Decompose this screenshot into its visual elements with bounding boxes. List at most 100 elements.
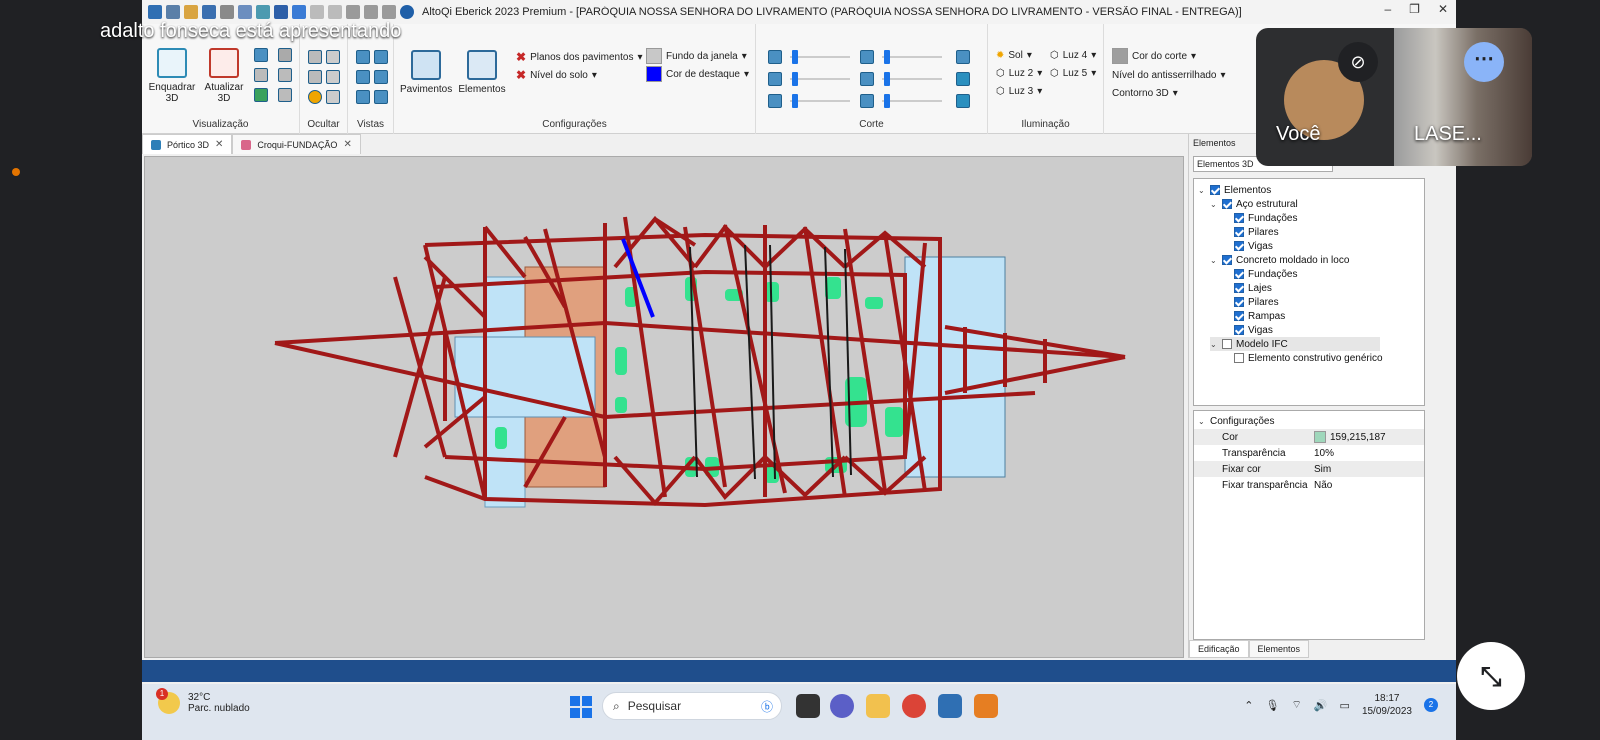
cut-y-slider[interactable] <box>790 72 850 86</box>
view-front-icon[interactable] <box>356 50 370 64</box>
export-icon[interactable] <box>238 5 252 19</box>
checkbox[interactable] <box>1234 297 1244 307</box>
tree-item-concreto-rampas[interactable]: Rampas <box>1234 309 1285 323</box>
checkbox[interactable] <box>1222 199 1232 209</box>
luz2-dropdown[interactable]: ⬡ Luz 2 ▾ <box>996 68 1042 79</box>
slider-knob[interactable] <box>792 94 798 108</box>
chevron-down-icon[interactable]: ⌄ <box>1210 340 1218 349</box>
tab-croqui-fundacao[interactable]: Croqui-FUNDAÇÃO ✕ <box>232 134 361 154</box>
eberick-icon[interactable] <box>938 694 962 718</box>
nivel-solo-dropdown[interactable]: ✖ Nível do solo ▾ <box>516 68 597 82</box>
cut-z-slider[interactable] <box>790 94 850 108</box>
antisserrilhado-dropdown[interactable]: Nível do antisserrilhado ▾ <box>1112 70 1226 81</box>
tool2-icon[interactable] <box>364 5 378 19</box>
cut-y2-slider[interactable] <box>882 72 942 86</box>
microphone-icon[interactable]: 🎙 <box>1266 699 1280 712</box>
chevron-down-icon[interactable]: ⌄ <box>1210 256 1218 265</box>
tree-item-concreto-vigas[interactable]: Vigas <box>1234 323 1273 337</box>
weather-widget[interactable]: 1 32°C Parc. nublado <box>156 688 250 714</box>
more-options-icon[interactable]: ⋯ <box>1464 42 1504 82</box>
checkbox[interactable] <box>1234 283 1244 293</box>
redo-icon[interactable] <box>328 5 342 19</box>
walk-icon[interactable] <box>254 88 268 102</box>
luz3-dropdown[interactable]: ⬡ Luz 3 ▾ <box>996 86 1042 97</box>
tree-item-modelo-ifc[interactable]: ⌄ Modelo IFC <box>1210 337 1380 351</box>
checkbox[interactable] <box>1234 325 1244 335</box>
cut-y2-icon[interactable] <box>860 72 874 86</box>
checkbox[interactable] <box>1234 311 1244 321</box>
task-view-icon[interactable] <box>796 694 820 718</box>
view-right-icon[interactable] <box>374 70 388 84</box>
cut-x2-icon[interactable] <box>860 50 874 64</box>
cut-z2-slider[interactable] <box>882 94 942 108</box>
exit-fullscreen-icon[interactable]: ⤡ <box>1457 642 1525 710</box>
close-icon[interactable]: ✕ <box>343 139 351 150</box>
clock[interactable]: 18:17 15/09/2023 <box>1362 692 1412 718</box>
cut-y-icon[interactable] <box>768 72 782 86</box>
tool3-icon[interactable] <box>382 5 396 19</box>
chrome-icon[interactable] <box>902 694 926 718</box>
cut-x-slider[interactable] <box>790 50 850 64</box>
notification-badge[interactable]: 2 <box>1424 698 1438 712</box>
checkbox[interactable] <box>1222 255 1232 265</box>
contorno-3d-dropdown[interactable]: Contorno 3D ▾ <box>1112 88 1178 99</box>
g-tool-icon[interactable] <box>274 5 288 19</box>
tab-portico-3d[interactable]: Pórtico 3D ✕ <box>142 134 233 154</box>
taskbar-search[interactable]: ⌕ Pesquisar ⓑ <box>602 692 782 720</box>
checkbox[interactable] <box>1234 241 1244 251</box>
chevron-down-icon[interactable]: ⌄ <box>1210 200 1218 209</box>
help-icon[interactable] <box>400 5 414 19</box>
prop-row-transparencia[interactable]: Transparência 10% <box>1194 445 1424 461</box>
structural-model-render[interactable] <box>145 157 1185 659</box>
hide3-icon[interactable] <box>308 70 322 84</box>
grid-icon[interactable] <box>326 90 340 104</box>
prop-row-fixar-cor[interactable]: Fixar cor Sim <box>1194 461 1424 477</box>
prop-row-fixar-transparencia[interactable]: Fixar transparência Não <box>1194 477 1424 493</box>
tree-item-concreto[interactable]: ⌄ Concreto moldado in loco <box>1210 253 1349 267</box>
cut-box2-icon[interactable] <box>956 72 970 86</box>
view-bottom-icon[interactable] <box>374 90 388 104</box>
zoom-icon[interactable] <box>278 48 292 62</box>
hide2-icon[interactable] <box>326 50 340 64</box>
luz5-dropdown[interactable]: ⬡ Luz 5 ▾ <box>1050 68 1096 79</box>
wifi-icon[interactable]: ⌔ <box>1291 698 1301 712</box>
checkbox[interactable] <box>1234 227 1244 237</box>
slider-knob[interactable] <box>792 50 798 64</box>
tree-item-concreto-lajes[interactable]: Lajes <box>1234 281 1272 295</box>
restore-icon[interactable]: ❐ <box>1409 2 1420 16</box>
cut-x2-slider[interactable] <box>882 50 942 64</box>
pan-icon[interactable] <box>254 68 268 82</box>
b-tool-icon[interactable] <box>292 5 306 19</box>
window-icon[interactable] <box>278 88 292 102</box>
speaker-icon[interactable]: 🔊 <box>1314 699 1328 712</box>
view-toggle-icon[interactable] <box>254 48 268 62</box>
cor-destaque-dropdown[interactable]: Cor de destaque ▾ <box>646 66 749 82</box>
bing-icon[interactable]: ⓑ <box>761 698 773 715</box>
tree-item-aco-pilares[interactable]: Pilares <box>1234 225 1279 239</box>
checkbox[interactable] <box>1234 353 1244 363</box>
slider-knob[interactable] <box>884 50 890 64</box>
cut-z-icon[interactable] <box>768 94 782 108</box>
chevron-down-icon[interactable]: ⌄ <box>1198 417 1206 426</box>
cut-box3-icon[interactable] <box>956 94 970 108</box>
participant-tile-you[interactable]: ⊘ Você <box>1256 28 1394 166</box>
view-top-icon[interactable] <box>356 90 370 104</box>
open-folder-icon[interactable] <box>184 5 198 19</box>
props-header[interactable]: ⌄ Configurações <box>1194 413 1424 429</box>
cut-x-icon[interactable] <box>768 50 782 64</box>
sol-dropdown[interactable]: ✹ Sol ▾ <box>996 50 1032 61</box>
planos-pavimentos-dropdown[interactable]: ✖ Planos dos pavimentos ▾ <box>516 50 643 64</box>
pavimentos-button[interactable]: Pavimentos <box>400 50 452 95</box>
view-back-icon[interactable] <box>374 50 388 64</box>
tree-item-aco-vigas[interactable]: Vigas <box>1234 239 1273 253</box>
slider-knob[interactable] <box>884 94 890 108</box>
tab-elementos[interactable]: Elementos <box>1248 640 1310 658</box>
file-explorer-icon[interactable] <box>866 694 890 718</box>
teams-chat-icon[interactable] <box>830 694 854 718</box>
new-file-icon[interactable] <box>166 5 180 19</box>
checkbox[interactable] <box>1234 269 1244 279</box>
slider-knob[interactable] <box>884 72 890 86</box>
tree-item-concreto-fundacoes[interactable]: Fundações <box>1234 267 1297 281</box>
fundo-janela-dropdown[interactable]: Fundo da janela ▾ <box>646 48 747 64</box>
bulb-icon[interactable] <box>308 90 322 104</box>
